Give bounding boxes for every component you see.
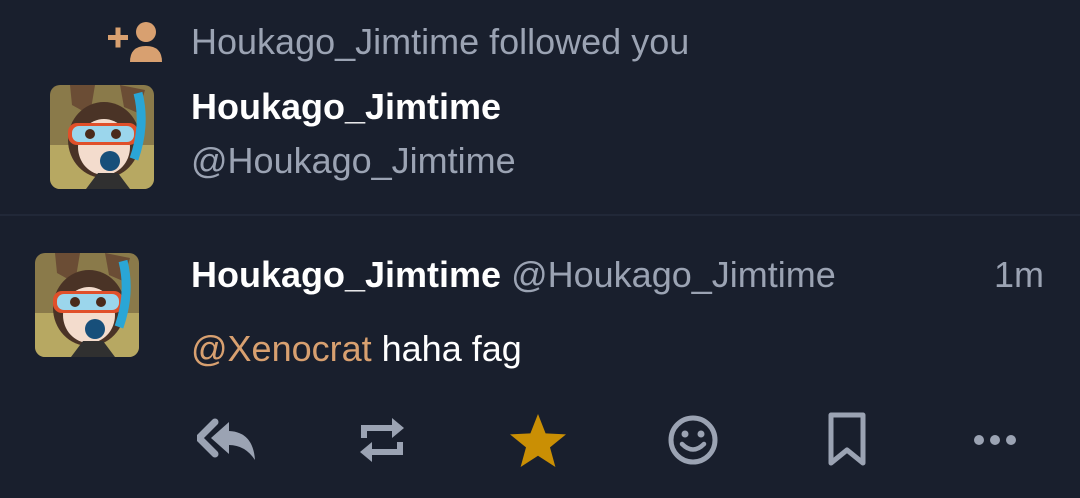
follower-avatar[interactable] bbox=[50, 85, 154, 189]
status-avatar[interactable] bbox=[35, 253, 139, 357]
follower-handle[interactable]: @Houkago_Jimtime bbox=[191, 140, 516, 182]
reply-button[interactable] bbox=[196, 408, 260, 472]
smile-icon bbox=[666, 413, 720, 467]
bookmark-button[interactable] bbox=[815, 408, 879, 472]
more-horizontal-icon bbox=[973, 434, 1017, 446]
boost-button[interactable] bbox=[350, 408, 414, 472]
status-header: Houkago_Jimtime @Houkago_Jimtime bbox=[191, 254, 836, 296]
reply-all-icon bbox=[197, 418, 259, 462]
bookmark-icon bbox=[826, 412, 868, 468]
follower-display-name[interactable]: Houkago_Jimtime bbox=[191, 86, 501, 128]
star-icon bbox=[508, 412, 568, 468]
status-display-name[interactable]: Houkago_Jimtime bbox=[191, 254, 501, 295]
status-handle[interactable]: @Houkago_Jimtime bbox=[511, 254, 836, 295]
emoji-react-button[interactable] bbox=[661, 408, 725, 472]
user-plus-icon bbox=[106, 20, 166, 64]
favourite-button[interactable] bbox=[506, 408, 570, 472]
follow-notification-text: Houkago_Jimtime followed you bbox=[191, 21, 690, 62]
follow-notification[interactable]: Houkago_Jimtime followed you Houkago_Jim… bbox=[0, 0, 1080, 214]
more-options-button[interactable] bbox=[963, 408, 1027, 472]
status-content: @Xenocrat haha fag bbox=[191, 328, 522, 370]
retweet-icon bbox=[356, 412, 408, 468]
status-text: haha fag bbox=[371, 328, 522, 369]
mention-link[interactable]: @Xenocrat bbox=[191, 328, 372, 369]
status-timestamp[interactable]: 1m bbox=[994, 254, 1044, 296]
